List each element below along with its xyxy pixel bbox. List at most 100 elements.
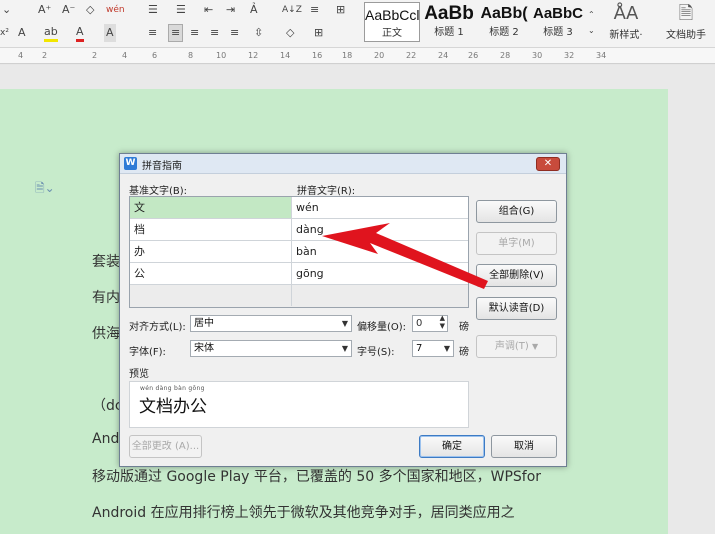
borders-button[interactable]: ⊞ — [336, 1, 345, 19]
align-select[interactable]: 居中 ▼ — [190, 315, 352, 332]
cancel-button[interactable]: 取消 — [491, 435, 557, 458]
ruler-tick-label: 6 — [152, 51, 158, 60]
style-name: 标题 1 — [434, 27, 464, 38]
style-name: 标题 3 — [543, 27, 573, 38]
align-label: 对齐方式(L): — [129, 322, 186, 333]
offset-unit: 磅 — [459, 322, 469, 333]
grid-row-empty — [130, 285, 468, 307]
font-size-dropdown-icon[interactable]: ⌄ — [2, 1, 11, 19]
wps-app-icon: W — [124, 157, 137, 170]
dialog-title: 拼音指南 — [142, 161, 182, 172]
ruler-tick-label: 10 — [216, 51, 227, 60]
new-style-icon: ÅA — [613, 3, 639, 24]
phonetic-guide-button[interactable]: wén — [106, 1, 125, 19]
document-line: 移动版通过 Google Play 平台，已覆盖的 50 多个国家和地区，WPS… — [92, 469, 542, 485]
justify-button[interactable]: ≡ — [210, 24, 219, 42]
dialog-title-bar[interactable]: W 拼音指南 ✕ — [120, 154, 566, 174]
outdent-button[interactable]: ⇤ — [204, 1, 213, 19]
size-select[interactable]: 7 ▼ — [412, 340, 454, 357]
size-unit: 磅 — [459, 347, 469, 358]
grid-row: 办 bàn — [130, 241, 468, 263]
preview-pinyin: wén dàng bàn gōng — [140, 385, 205, 392]
grow-font-button[interactable]: A⁺ — [38, 1, 51, 19]
style-sample: AaBb — [424, 3, 474, 24]
spin-arrows-icon[interactable]: ▲ ▼ — [440, 314, 445, 330]
text-effect-button[interactable]: A — [18, 24, 26, 42]
style-heading-3[interactable]: AaBbC 标题 3 — [531, 2, 585, 42]
size-value: 7 — [416, 343, 423, 354]
style-normal[interactable]: AaBbCcl 正文 — [364, 2, 420, 42]
base-text-field[interactable]: 办 — [130, 241, 292, 262]
chevron-down-icon: ▼ — [341, 344, 348, 353]
ok-button[interactable]: 确定 — [419, 435, 485, 458]
align-right-button[interactable]: ≡ — [190, 24, 199, 42]
base-text-field[interactable]: 档 — [130, 219, 292, 240]
text-direction-button[interactable]: Ả — [250, 1, 258, 19]
ruler-tick-label: 28 — [500, 51, 511, 60]
ruler-tick-label: 20 — [374, 51, 385, 60]
ruler-tick-label: 24 — [438, 51, 449, 60]
distributed-button[interactable]: ≡ — [230, 24, 239, 42]
style-sample: AaBb( — [480, 5, 528, 22]
single-char-button[interactable]: 单字(M) — [476, 232, 557, 255]
chevron-down-icon: ▼ — [531, 342, 539, 351]
ruler-tick-label: 32 — [564, 51, 575, 60]
font-select[interactable]: 宋体 ▼ — [190, 340, 352, 357]
superscript-button[interactable]: x² — [0, 24, 9, 42]
align-left-button[interactable]: ≡ — [148, 24, 157, 42]
grid-row: 公 gōng — [130, 263, 468, 285]
ruler-tick-label: 4 — [122, 51, 128, 60]
font-color-button[interactable]: A — [76, 24, 84, 42]
pinyin-text-label: 拼音文字(R): — [297, 186, 356, 197]
tone-button[interactable]: 声调(T) ▼ — [476, 335, 557, 358]
pinyin-text-field-empty[interactable] — [292, 285, 468, 306]
align-center-button[interactable]: ≡ — [168, 24, 184, 42]
close-icon[interactable]: ✕ — [536, 157, 560, 171]
ruler-tick-label: 26 — [468, 51, 479, 60]
pinyin-text-field[interactable]: dàng — [292, 219, 468, 240]
doc-assistant-icon: 🗎 — [678, 3, 694, 24]
ruler-tick-label: 18 — [342, 51, 353, 60]
bullets-button[interactable]: ☰ — [148, 1, 158, 19]
style-heading-2[interactable]: AaBb( 标题 2 — [478, 2, 530, 42]
font-label: 字体(F): — [129, 347, 166, 358]
default-reading-button[interactable]: 默认读音(D) — [476, 297, 557, 320]
table-borders-button[interactable]: ⊞ — [314, 24, 323, 42]
base-text-field[interactable]: 文 — [130, 197, 292, 218]
style-heading-1[interactable]: AaBb 标题 1 — [421, 2, 477, 42]
base-text-field-empty[interactable] — [130, 285, 292, 306]
highlight-button[interactable]: ab — [44, 24, 58, 42]
offset-stepper[interactable]: 0 ▲ ▼ — [412, 314, 448, 332]
new-style-button[interactable]: ÅA 新样式· — [603, 2, 649, 41]
shrink-font-button[interactable]: A⁻ — [62, 1, 75, 19]
ruler-tick-label: 12 — [248, 51, 259, 60]
preview-label: 预览 — [129, 369, 149, 380]
doc-assistant-button[interactable]: 🗎 文档助手 — [660, 2, 712, 41]
delete-all-button[interactable]: 全部删除(V) — [476, 264, 557, 287]
paragraph-options-icon[interactable]: 🗎⌄ — [35, 179, 55, 200]
align-value: 居中 — [194, 318, 214, 329]
pinyin-text-field[interactable]: bàn — [292, 241, 468, 262]
pinyin-text-field[interactable]: wén — [292, 197, 468, 218]
char-shading-button[interactable]: A — [104, 24, 116, 42]
offset-label: 偏移量(O): — [357, 322, 407, 333]
combine-button[interactable]: 组合(G) — [476, 200, 557, 223]
pinyin-text-field[interactable]: gōng — [292, 263, 468, 284]
chevron-down-icon: ▼ — [443, 344, 450, 353]
line-spacing-button[interactable]: ≡ — [310, 1, 319, 19]
style-sample: AaBbC — [532, 5, 583, 22]
indent-button[interactable]: ⇥ — [226, 1, 235, 19]
numbering-button[interactable]: ☰ — [176, 1, 186, 19]
clear-format-button[interactable]: ◇ — [86, 1, 94, 19]
paragraph-spacing-button[interactable]: ⇳ — [254, 24, 263, 42]
sort-button[interactable]: A↓Z — [282, 1, 302, 19]
shading-button[interactable]: ◇ — [286, 24, 294, 42]
horizontal-ruler[interactable]: 4 2 2 4 6 8 10 12 14 16 18 20 22 24 26 28 30 32 34 — [0, 48, 715, 64]
style-name: 标题 2 — [489, 27, 519, 38]
change-all-button[interactable]: 全部更改 (A)... — [129, 435, 202, 458]
document-line: 供海 — [92, 326, 120, 342]
base-text-field[interactable]: 公 — [130, 263, 292, 284]
ruler-tick-label: 2 — [42, 51, 48, 60]
size-label: 字号(S): — [357, 347, 395, 358]
styles-more-icon[interactable]: ⌄ — [588, 22, 595, 40]
